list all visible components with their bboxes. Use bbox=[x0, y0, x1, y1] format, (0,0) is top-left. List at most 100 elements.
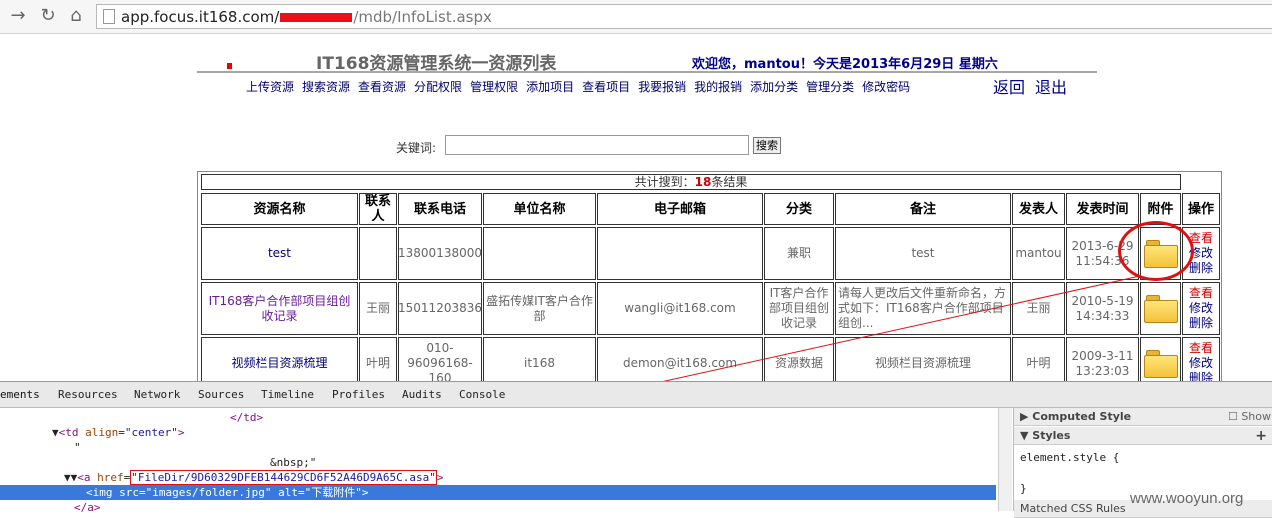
delete-link[interactable]: 删除 bbox=[1189, 371, 1213, 381]
table-cell: 兼职 bbox=[764, 227, 834, 280]
table-header: 联系人 bbox=[359, 193, 397, 225]
dom-line[interactable]: " bbox=[74, 440, 81, 455]
folder-icon[interactable] bbox=[1143, 349, 1178, 378]
nav-link[interactable]: 查看项目 bbox=[582, 80, 630, 94]
nav-link[interactable]: 修改密码 bbox=[862, 80, 910, 94]
back-link[interactable]: 返回 bbox=[993, 78, 1025, 97]
table-header: 发表时间 bbox=[1066, 193, 1139, 225]
main-nav: 上传资源 搜索资源 查看资源 分配权限 管理权限 添加项目 查看项目 我要报销 我的报销 添加分类… bbox=[246, 78, 918, 95]
dom-scrollbar[interactable] bbox=[998, 408, 1012, 511]
devtools-tab[interactable]: Profiles bbox=[332, 388, 385, 401]
dom-line[interactable]: ▼<td align="center"> bbox=[52, 425, 184, 440]
devtools-tab[interactable]: Console bbox=[459, 388, 505, 401]
watermark: www.wooyun.org bbox=[1130, 490, 1244, 507]
page-content: IT168资源管理系统一资源列表 欢迎您，mantou！今天是2013年6月29… bbox=[0, 34, 1272, 381]
resource-name-link[interactable]: test bbox=[201, 227, 358, 280]
table-cell: 叶明 bbox=[359, 337, 397, 381]
search-button[interactable]: 搜索 bbox=[753, 137, 781, 154]
table-header: 操作 bbox=[1182, 193, 1220, 225]
highlight-circle bbox=[1118, 221, 1194, 281]
dom-line[interactable]: ▼▼<a href="FileDir/9D60329DFEB144629CD6F… bbox=[64, 470, 444, 485]
element-style-close: } bbox=[1020, 482, 1027, 495]
url-redaction bbox=[280, 13, 353, 22]
nav-link[interactable]: 添加分类 bbox=[750, 80, 798, 94]
devtools-tab[interactable]: Resources bbox=[58, 388, 118, 401]
dom-line-selected[interactable]: <img src="images/folder.jpg" alt="下载附件"> bbox=[0, 485, 996, 500]
table-header: 单位名称 bbox=[483, 193, 596, 225]
dom-line[interactable]: </a> bbox=[74, 500, 101, 515]
reload-icon[interactable]: ↻ bbox=[36, 5, 60, 27]
nav-link[interactable]: 管理分类 bbox=[806, 80, 854, 94]
logout-link[interactable]: 退出 bbox=[1035, 78, 1067, 97]
edit-link[interactable]: 修改 bbox=[1189, 301, 1213, 316]
resource-name-link[interactable]: IT168客户合作部项目组创收记录 bbox=[201, 282, 358, 335]
forward-icon[interactable]: → bbox=[6, 5, 30, 27]
keyword-label: 关键词: bbox=[396, 141, 437, 155]
devtools-tab[interactable]: ements bbox=[0, 388, 40, 401]
red-marker bbox=[227, 63, 232, 69]
computed-style-header[interactable]: ▶ Computed Style ☐ Show bbox=[1014, 408, 1272, 426]
keyword-input[interactable] bbox=[445, 135, 749, 155]
view-link[interactable]: 查看 bbox=[1189, 341, 1213, 356]
table-cell: wangli@it168.com bbox=[597, 282, 763, 335]
address-bar[interactable]: app.focus.it168.com//mdb/InfoList.aspx bbox=[96, 4, 1272, 29]
table-cell: 叶明 bbox=[1012, 337, 1065, 381]
resource-name-link[interactable]: 视频栏目资源梳理 bbox=[201, 337, 358, 381]
table-header: 分类 bbox=[764, 193, 834, 225]
dom-line[interactable]: &nbsp;" bbox=[270, 455, 316, 470]
view-link[interactable]: 查看 bbox=[1189, 286, 1213, 301]
nav-link[interactable]: 分配权限 bbox=[414, 80, 462, 94]
nav-link[interactable]: 添加项目 bbox=[526, 80, 574, 94]
result-count: 共计搜到：18条结果 bbox=[201, 174, 1181, 190]
devtools-tab[interactable]: Audits bbox=[402, 388, 442, 401]
nav-link[interactable]: 我的报销 bbox=[694, 80, 742, 94]
title-divider bbox=[197, 71, 1097, 73]
nav-link[interactable]: 查看资源 bbox=[358, 80, 406, 94]
devtools-tab[interactable]: Timeline bbox=[261, 388, 314, 401]
table-header: 资源名称 bbox=[201, 193, 358, 225]
attachment-cell bbox=[1140, 282, 1181, 335]
href-highlight: "FileDir/9D60329DFEB144629CD6F52A46D9A65… bbox=[130, 470, 437, 485]
table-cell: 王丽 bbox=[1012, 282, 1065, 335]
devtools-tab[interactable]: Network bbox=[134, 388, 180, 401]
table-cell: demon@it168.com bbox=[597, 337, 763, 381]
nav-link[interactable]: 上传资源 bbox=[246, 80, 294, 94]
back-links: 返回 退出 bbox=[993, 74, 1077, 98]
element-style[interactable]: element.style { bbox=[1020, 451, 1119, 464]
styles-header[interactable]: ▼ Styles + bbox=[1014, 427, 1272, 445]
nav-link[interactable]: 管理权限 bbox=[470, 80, 518, 94]
nav-link[interactable]: 我要报销 bbox=[638, 80, 686, 94]
table-cell: mantou bbox=[1012, 227, 1065, 280]
dom-line[interactable]: </td> bbox=[230, 410, 263, 425]
delete-link[interactable]: 删除 bbox=[1189, 316, 1213, 331]
page-icon bbox=[103, 9, 115, 24]
table-cell: 010-96096168-160 bbox=[398, 337, 482, 381]
table-cell bbox=[597, 227, 763, 280]
table-header: 附件 bbox=[1140, 193, 1181, 225]
browser-toolbar: → ↻ ⌂ app.focus.it168.com//mdb/InfoList.… bbox=[0, 0, 1272, 34]
edit-link[interactable]: 修改 bbox=[1189, 356, 1213, 371]
table-cell: 王丽 bbox=[359, 282, 397, 335]
add-icon[interactable]: + bbox=[1255, 427, 1267, 445]
table-cell: 2009-3-11 13:23:03 bbox=[1066, 337, 1139, 381]
delete-link[interactable]: 删除 bbox=[1189, 261, 1213, 276]
show-checkbox[interactable]: ☐ Show bbox=[1228, 408, 1271, 426]
table-cell: 视频栏目资源梳理 bbox=[835, 337, 1011, 381]
table-cell: 15011203836 bbox=[398, 282, 482, 335]
table-cell: 2010-5-19 14:34:33 bbox=[1066, 282, 1139, 335]
table-header: 发表人 bbox=[1012, 193, 1065, 225]
folder-icon[interactable] bbox=[1143, 294, 1178, 323]
nav-link[interactable]: 搜索资源 bbox=[302, 80, 350, 94]
devtools-tab[interactable]: Sources bbox=[198, 388, 244, 401]
table-cell: test bbox=[835, 227, 1011, 280]
dom-tree: </td> ▼<td align="center"> " &nbsp;" ▼▼<… bbox=[0, 408, 1000, 514]
devtools-tabbar: ements Resources Network Sources Timeline Pro… bbox=[0, 382, 1272, 408]
table-cell: IT客户合作部项目组创收记录 bbox=[764, 282, 834, 335]
table-cell: 盛拓传媒IT客户合作部 bbox=[483, 282, 596, 335]
table-header: 备注 bbox=[835, 193, 1011, 225]
table-cell: 13800138000 bbox=[398, 227, 482, 280]
home-icon[interactable]: ⌂ bbox=[64, 5, 88, 27]
resource-table: 共计搜到：18条结果 资源名称 联系人 联系电话 单位名称 电子邮箱 分类 备注 发表人 发表时… bbox=[197, 171, 1222, 381]
table-cell: it168 bbox=[483, 337, 596, 381]
welcome-text: 欢迎您，mantou！今天是2013年6月29日 星期六 bbox=[692, 57, 998, 72]
